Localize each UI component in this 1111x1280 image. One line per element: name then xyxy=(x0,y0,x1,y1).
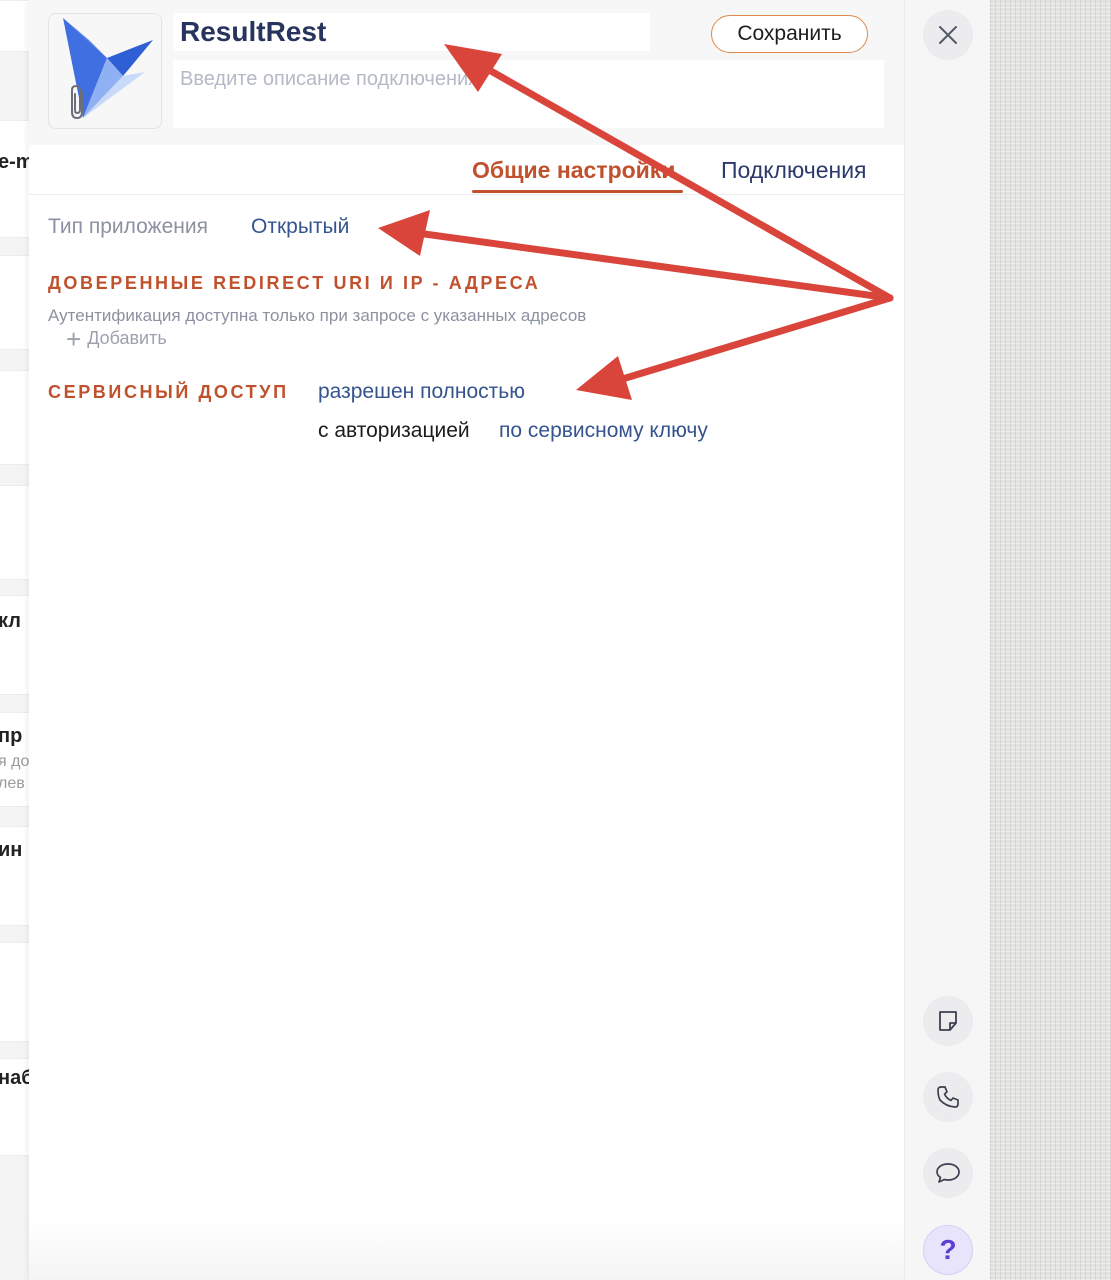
add-address-button[interactable]: + Добавить xyxy=(66,323,167,354)
connection-settings-panel: Сохранить Общие настройки Подключения Ти… xyxy=(29,0,904,1280)
close-icon xyxy=(939,26,957,44)
right-toolbar: ? xyxy=(904,0,990,1280)
tab-connections[interactable]: Подключения xyxy=(721,157,867,184)
app-type-selector[interactable]: Открытый xyxy=(251,215,349,239)
tab-general-settings[interactable]: Общие настройки xyxy=(472,157,675,184)
plus-icon: + xyxy=(66,323,82,354)
service-access-selector[interactable]: разрешен полностью xyxy=(318,380,525,404)
background-row-subtext: лев xyxy=(0,775,25,792)
app-type-label: Тип приложения xyxy=(48,215,208,238)
bottom-fade xyxy=(29,1220,904,1280)
tabs-bar: Общие настройки Подключения xyxy=(29,145,904,195)
background-row-text: кл xyxy=(0,610,21,632)
background-row-text: ин xyxy=(0,839,23,861)
help-button[interactable]: ? xyxy=(923,1225,973,1275)
phone-icon xyxy=(937,1086,959,1108)
chat-icon xyxy=(936,1163,960,1183)
background-texture xyxy=(990,0,1111,1280)
chat-button[interactable] xyxy=(923,1148,973,1198)
app-name-input[interactable] xyxy=(173,13,650,51)
trusted-addresses-title: ДОВЕРЕННЫЕ REDIRECT URI И IP - АДРЕСА xyxy=(48,273,541,293)
phone-button[interactable] xyxy=(923,1072,973,1122)
background-row-subtext: я до xyxy=(0,753,30,770)
service-access-title: СЕРВИСНЫЙ ДОСТУП xyxy=(48,382,289,402)
trusted-addresses-description: Аутентификация доступна только при запро… xyxy=(48,306,587,325)
notes-button[interactable] xyxy=(923,996,973,1046)
save-button[interactable]: Сохранить xyxy=(711,15,868,53)
authorization-method-selector[interactable]: по сервисному ключу xyxy=(499,419,708,443)
description-input[interactable] xyxy=(173,60,884,128)
active-tab-indicator xyxy=(472,190,683,193)
app-logo-upload[interactable] xyxy=(48,13,162,129)
help-icon: ? xyxy=(939,1234,957,1265)
panel-header: Сохранить xyxy=(29,0,904,145)
paperclip-icon xyxy=(71,84,83,120)
authorization-label: с авторизацией xyxy=(318,419,470,442)
note-icon xyxy=(939,1011,957,1031)
add-address-label: Добавить xyxy=(87,328,167,348)
close-button[interactable] xyxy=(923,10,973,60)
background-row-text: пр xyxy=(0,725,23,747)
